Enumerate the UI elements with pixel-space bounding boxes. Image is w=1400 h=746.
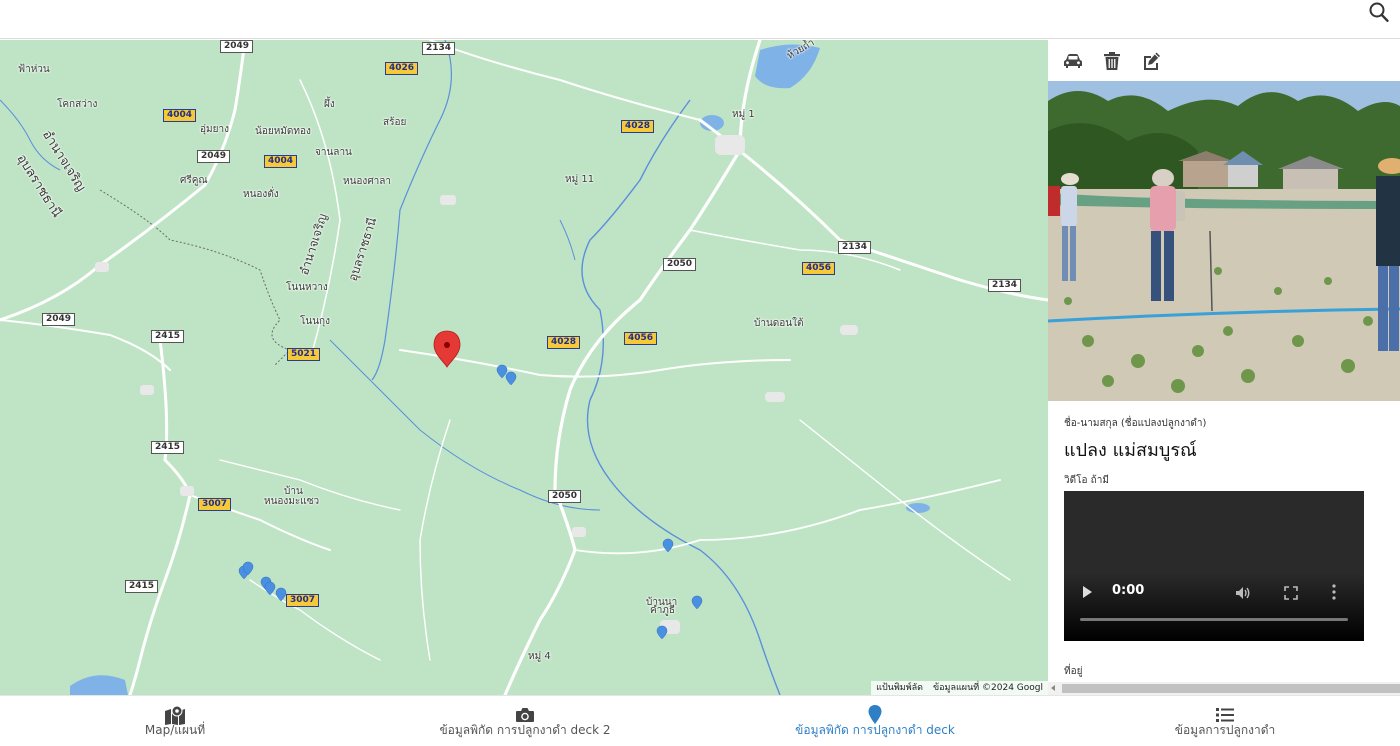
- place-label: ฟ้าห่วน: [18, 64, 50, 75]
- road-shield: 2049: [197, 150, 231, 163]
- place-label: จานลาน: [315, 147, 352, 158]
- field-photo: [1048, 81, 1400, 401]
- volume-icon: [1236, 587, 1250, 599]
- map-view[interactable]: ฟ้าห่วน โคกสว่าง อำนาจเจริญ อุบลราชธานี …: [0, 40, 1048, 695]
- map-canvas[interactable]: [0, 40, 1048, 695]
- list-icon: [1216, 708, 1234, 722]
- lake: [70, 675, 128, 695]
- place-label: โนนกุง: [300, 316, 330, 327]
- camera-icon: [516, 708, 534, 722]
- road-shield: 2415: [151, 330, 185, 343]
- delete-button[interactable]: [1101, 50, 1123, 72]
- road-shield: 4004: [264, 155, 298, 168]
- place-label: อุ่มยาง: [200, 124, 229, 135]
- road-shield: 4056: [624, 332, 658, 345]
- directions-button[interactable]: [1062, 50, 1084, 72]
- nav-label: ข้อมูลการปลูกงาดำ: [1174, 723, 1276, 737]
- road-shield: 2134: [988, 279, 1022, 292]
- place-label: ผึ้ง: [324, 99, 335, 110]
- video-time: 0:00: [1112, 583, 1145, 598]
- volume-button[interactable]: [1235, 585, 1251, 599]
- nav-planting-info[interactable]: ข้อมูลการปลูกงาดำ: [1050, 696, 1400, 746]
- place-label: สร้อย: [383, 117, 407, 128]
- trash-icon: [1104, 52, 1120, 70]
- road-shield: 2415: [125, 580, 159, 593]
- video-progress-bar[interactable]: [1080, 618, 1348, 621]
- place-label: โนนหวาง: [286, 282, 328, 293]
- selected-location-marker[interactable]: [433, 330, 461, 368]
- place-label: บ้านดอนใต้: [754, 318, 804, 329]
- nav-label: ข้อมูลพิกัด การปลูกงาดำ deck 2: [439, 723, 611, 737]
- map-icon: [165, 705, 185, 725]
- map-attribution: ข้อมูลแผนที่ ©2024 Googl: [928, 681, 1048, 695]
- edit-icon: [1144, 52, 1160, 70]
- place-label: หนองมะแซว: [264, 496, 320, 507]
- plot-photo: [1048, 81, 1400, 401]
- road-shield: 2134: [838, 241, 872, 254]
- scrollbar-thumb[interactable]: [1062, 684, 1400, 693]
- fullscreen-button[interactable]: [1284, 585, 1298, 600]
- detail-panel: ชื่อ-นามสกุล (ชื่อแปลงปลูกงาดำ) แปลง แม่…: [1048, 40, 1400, 695]
- river: [581, 99, 781, 695]
- name-field-label: ชื่อ-นามสกุล (ชื่อแปลงปลูกงาดำ): [1064, 418, 1207, 429]
- nav-map[interactable]: Map/แผนที่: [0, 696, 350, 746]
- address-field-label: ที่อยู่: [1064, 666, 1083, 677]
- river: [559, 219, 576, 261]
- horizontal-scrollbar[interactable]: [1048, 682, 1400, 695]
- road-shield: 3007: [198, 498, 232, 511]
- road-shield: 2134: [422, 42, 456, 55]
- roads: [0, 40, 1048, 695]
- more-vertical-icon: [1332, 584, 1336, 600]
- nav-deck[interactable]: ข้อมูลพิกัด การปลูกงาดำ deck: [700, 696, 1050, 746]
- video-player[interactable]: 0:00: [1064, 491, 1364, 641]
- video-field-label: วิดีโอ ถ้ามี: [1064, 475, 1109, 486]
- road-shield: 5021: [287, 348, 321, 361]
- settlements: [95, 135, 858, 634]
- road-shield: 2049: [42, 313, 76, 326]
- search-button[interactable]: [1368, 0, 1390, 24]
- plot-name: แปลง แม่สมบูรณ์: [1064, 440, 1197, 461]
- road-shield: 2050: [663, 258, 697, 271]
- district-boundary: [99, 189, 291, 366]
- road-shield: 2049: [220, 40, 254, 53]
- river: [329, 339, 601, 511]
- fullscreen-icon: [1284, 586, 1298, 600]
- search-icon: [1369, 2, 1389, 22]
- place-label: คำภูธี: [650, 605, 675, 616]
- nav-label: Map/แผนที่: [144, 723, 206, 737]
- panel-toolbar: [1048, 40, 1400, 82]
- river: [371, 40, 452, 381]
- road-shield: 3007: [286, 594, 320, 607]
- edit-button[interactable]: [1140, 50, 1162, 72]
- top-bar: [0, 0, 1400, 39]
- nav-label: ข้อมูลพิกัด การปลูกงาดำ deck: [795, 723, 955, 737]
- map-pin-icon: [868, 705, 882, 724]
- road-shield: 2050: [548, 490, 582, 503]
- place-label: หนองตั่ง: [243, 189, 279, 200]
- car-icon: [1064, 54, 1082, 68]
- place-label: หมู่ 11: [565, 174, 595, 185]
- road-shield: 4028: [547, 336, 581, 349]
- place-label: ศรีคูณ: [180, 175, 208, 186]
- more-options-button[interactable]: [1332, 584, 1336, 600]
- bottom-navigation: Map/แผนที่ ข้อมูลพิกัด การปลูกงาดำ deck …: [0, 695, 1400, 745]
- road-shield: 2415: [151, 441, 185, 454]
- map-footer: แป้นพิมพ์ลัด ข้อมูลแผนที่ ©2024 Googl: [871, 681, 1048, 695]
- place-label: หมู่ 4: [528, 651, 551, 662]
- place-label: น้อยหมัดทอง: [255, 126, 311, 137]
- scroll-left-icon[interactable]: [1051, 685, 1055, 691]
- road-shield: 4056: [802, 262, 836, 275]
- keyboard-shortcuts-link[interactable]: แป้นพิมพ์ลัด: [871, 681, 928, 695]
- play-icon[interactable]: [1083, 586, 1092, 598]
- road-shield: 4004: [163, 109, 197, 122]
- place-label: หนองศาลา: [343, 176, 392, 187]
- nav-deck-2[interactable]: ข้อมูลพิกัด การปลูกงาดำ deck 2: [350, 696, 700, 746]
- road-shield: 4026: [385, 62, 419, 75]
- place-label: หมู่ 1: [732, 109, 755, 120]
- road-shield: 4028: [621, 120, 655, 133]
- place-label: โคกสว่าง: [57, 99, 98, 110]
